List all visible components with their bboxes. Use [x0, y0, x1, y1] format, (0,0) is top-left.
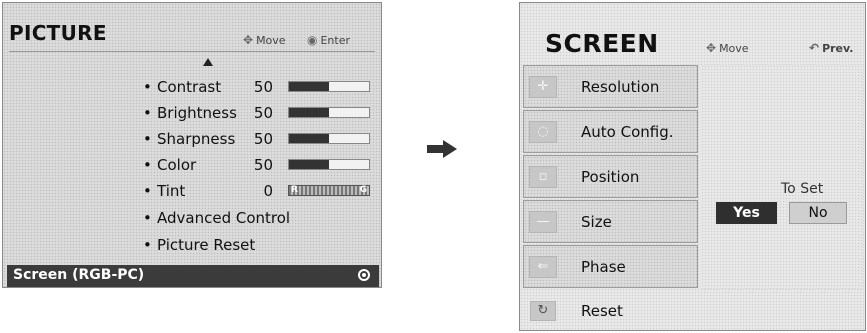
menu-item-label: Advanced Control	[157, 209, 291, 227]
screen-item-auto-config[interactable]: ◌ Auto Config.	[523, 110, 698, 153]
confirm-area	[701, 65, 863, 289]
screen-item-label: Size	[581, 213, 612, 231]
return-arrow-icon: ↶	[809, 41, 820, 55]
picture-menu-title: PICTURE	[9, 21, 107, 45]
bullet-icon: •	[143, 156, 152, 174]
menu-item-value: 50	[253, 130, 273, 148]
menu-item-advanced-control[interactable]: • Advanced Control	[143, 209, 378, 231]
move-hint: ✥ Move	[243, 33, 286, 47]
tint-green-label: G	[359, 185, 367, 195]
menu-item-screen-selected[interactable]: Screen (RGB-PC)	[7, 265, 379, 287]
screen-item-size[interactable]: — Size	[523, 200, 698, 243]
phase-icon: ⇐	[529, 256, 557, 278]
menu-item-value: 50	[253, 78, 273, 96]
slider-fill	[289, 82, 329, 91]
screen-item-label: Phase	[581, 258, 626, 276]
tint-red-label: R	[291, 185, 298, 195]
tint-slider[interactable]: R G	[288, 185, 370, 196]
move-hint-label: Move	[719, 42, 749, 55]
enter-icon	[358, 269, 370, 281]
yes-button[interactable]: Yes	[716, 202, 777, 224]
menu-item-value: 0	[263, 182, 273, 200]
screen-item-label: Auto Config.	[581, 123, 674, 141]
screen-item-label: Position	[581, 168, 640, 186]
enter-hint-label: Enter	[320, 34, 351, 47]
menu-item-label: Picture Reset	[157, 236, 256, 254]
screen-item-position[interactable]: ▫ Position	[523, 155, 698, 198]
enter-hint: ◉ Enter	[307, 33, 350, 47]
screen-item-label: Resolution	[581, 78, 660, 96]
menu-item-value: 50	[253, 104, 273, 122]
bullet-icon: •	[143, 182, 152, 200]
move-arrows-icon: ✥	[706, 41, 717, 55]
size-icon: —	[529, 211, 557, 233]
right-arrow-icon	[427, 140, 457, 158]
bullet-icon: •	[143, 209, 152, 227]
enter-button-icon: ◉	[307, 33, 318, 47]
move-hint-label: Move	[256, 34, 286, 47]
screen-item-reset[interactable]: ↻ Reset	[523, 293, 863, 329]
menu-item-tint[interactable]: • Tint 0 R G	[143, 182, 378, 204]
screen-item-phase[interactable]: ⇐ Phase	[523, 245, 698, 288]
menu-item-picture-reset[interactable]: • Picture Reset	[143, 236, 378, 258]
move-arrows-icon: ✥	[243, 33, 254, 47]
menu-item-label: Brightness	[157, 104, 237, 122]
menu-item-label: Sharpness	[157, 130, 236, 148]
sharpness-slider[interactable]	[288, 133, 370, 144]
slider-fill	[289, 108, 329, 117]
selected-item-label: Screen (RGB-PC)	[13, 267, 145, 283]
screen-menu-title: SCREEN	[545, 29, 659, 58]
screen-item-resolution[interactable]: ✛ Resolution	[523, 65, 698, 108]
bullet-icon: •	[143, 78, 152, 96]
confirm-prompt: To Set	[781, 181, 824, 197]
title-divider	[9, 51, 375, 52]
menu-item-contrast[interactable]: • Contrast 50	[143, 78, 378, 100]
contrast-slider[interactable]	[288, 81, 370, 92]
slider-fill	[289, 134, 329, 143]
bullet-icon: •	[143, 130, 152, 148]
color-slider[interactable]	[288, 159, 370, 170]
menu-item-label: Tint	[157, 182, 186, 200]
position-icon: ▫	[529, 166, 557, 188]
move-hint: ✥ Move	[706, 41, 749, 55]
brightness-slider[interactable]	[288, 107, 370, 118]
reset-label: Reset	[581, 302, 623, 320]
menu-item-label: Contrast	[157, 78, 222, 96]
picture-menu-panel: PICTURE ✥ Move ◉ Enter • Contrast 50 • Bri…	[2, 2, 382, 288]
menu-item-sharpness[interactable]: • Sharpness 50	[143, 130, 378, 152]
menu-item-label: Color	[157, 156, 197, 174]
menu-item-brightness[interactable]: • Brightness 50	[143, 104, 378, 126]
slider-fill	[289, 160, 329, 169]
scroll-up-arrow-icon[interactable]	[203, 58, 213, 66]
bullet-icon: •	[143, 236, 152, 254]
menu-item-value: 50	[253, 156, 273, 174]
prev-hint-label: Prev.	[822, 42, 854, 55]
menu-item-color[interactable]: • Color 50	[143, 156, 378, 178]
prev-hint: ↶ Prev.	[809, 41, 853, 55]
auto-config-icon: ◌	[529, 121, 557, 143]
reset-icon: ↻	[530, 301, 556, 321]
bullet-icon: •	[143, 104, 152, 122]
screen-menu-panel: SCREEN ✥ Move ↶ Prev. ✛ Resolution ◌ Auto …	[519, 2, 866, 331]
resolution-icon: ✛	[529, 76, 557, 98]
no-button[interactable]: No	[789, 202, 847, 224]
